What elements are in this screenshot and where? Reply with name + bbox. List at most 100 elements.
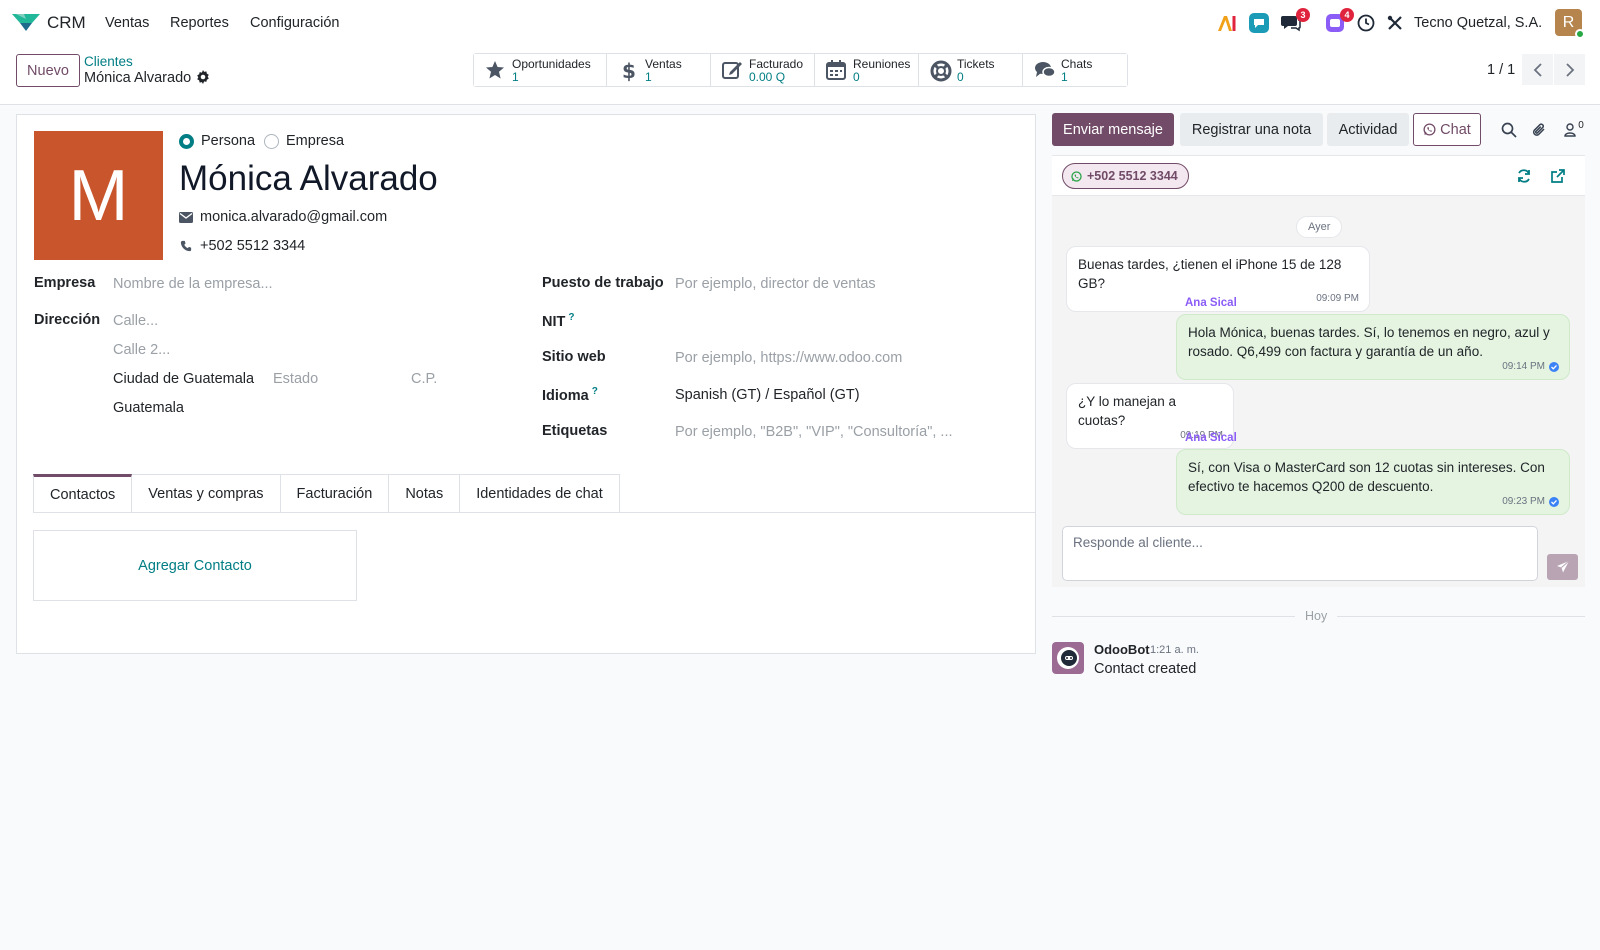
star-icon bbox=[486, 61, 504, 79]
stat-reuniones[interactable]: Reuniones 0 bbox=[815, 54, 919, 86]
stat-value: 0 bbox=[853, 70, 860, 84]
user-icon bbox=[1564, 123, 1576, 137]
online-status-dot bbox=[1575, 29, 1585, 39]
stat-label: Chats bbox=[1061, 57, 1093, 71]
whatsapp-icon bbox=[1423, 123, 1436, 136]
tab-contactos[interactable]: Contactos bbox=[33, 474, 133, 513]
read-check-icon bbox=[1549, 496, 1559, 507]
new-button[interactable]: Nuevo bbox=[16, 54, 80, 87]
email-line[interactable]: monica.alvarado@gmail.com bbox=[179, 209, 387, 225]
stat-oportunidades[interactable]: Oportunidades 1 bbox=[474, 54, 607, 86]
radio-unchecked bbox=[264, 133, 279, 149]
stat-chats[interactable]: Chats 1 bbox=[1023, 54, 1127, 86]
form-sheet: M Persona Empresa Mónica Alvarado monica… bbox=[16, 114, 1036, 654]
nit-input[interactable] bbox=[675, 312, 975, 332]
chevron-left-icon bbox=[1533, 62, 1542, 77]
whatsapp-panel: +502 5512 3344 Ayer Buenas tardes, ¿tien… bbox=[1052, 155, 1585, 587]
country-select[interactable]: Guatemala bbox=[113, 400, 184, 416]
message-sender: Ana Sical bbox=[1185, 297, 1237, 309]
send-message-button[interactable]: Enviar mensaje bbox=[1052, 113, 1174, 146]
tab-ventas-compras[interactable]: Ventas y compras bbox=[132, 474, 281, 513]
search-icon[interactable] bbox=[1500, 121, 1518, 139]
partner-name-field[interactable]: Mónica Alvarado bbox=[179, 159, 438, 199]
tools-icon[interactable] bbox=[1383, 11, 1407, 35]
language-label: Idioma? bbox=[542, 386, 598, 404]
menu-ventas[interactable]: Ventas bbox=[105, 15, 149, 31]
reply-textarea[interactable]: Responde al cliente... bbox=[1062, 526, 1538, 581]
menu-reportes[interactable]: Reportes bbox=[170, 15, 229, 31]
crm-logo-icon[interactable] bbox=[12, 11, 40, 33]
pager-next-button[interactable] bbox=[1554, 54, 1585, 85]
ai-icon[interactable] bbox=[1215, 11, 1239, 35]
discuss-icon[interactable]: 3 bbox=[1279, 8, 1310, 35]
discuss-badge: 3 bbox=[1296, 8, 1310, 22]
odoobot-avatar[interactable] bbox=[1052, 642, 1084, 674]
user-avatar[interactable]: R bbox=[1555, 9, 1585, 39]
gear-icon[interactable] bbox=[196, 70, 210, 84]
message-text: Sí, con Visa o MasterCard son 12 cuotas … bbox=[1188, 460, 1545, 494]
user-initial: R bbox=[1562, 13, 1575, 31]
company-input[interactable]: Nombre de la empresa... bbox=[113, 276, 403, 292]
read-check-icon bbox=[1549, 361, 1559, 372]
chat-button[interactable]: Chat bbox=[1413, 113, 1481, 146]
chats-icon bbox=[1035, 62, 1056, 78]
breadcrumb-parent[interactable]: Clientes bbox=[84, 54, 133, 69]
language-select[interactable]: Spanish (GT) / Español (GT) bbox=[675, 387, 860, 403]
whatsapp-header: +502 5512 3344 bbox=[1052, 156, 1585, 196]
stat-value: 1 bbox=[1061, 70, 1068, 84]
activity-icon[interactable]: 4 bbox=[1323, 8, 1354, 35]
external-link-icon[interactable] bbox=[1550, 168, 1566, 184]
state-select[interactable]: Estado bbox=[273, 371, 318, 387]
job-input[interactable]: Por ejemplo, director de ventas bbox=[675, 276, 876, 292]
website-input[interactable]: Por ejemplo, https://www.odoo.com bbox=[675, 350, 902, 366]
message-sender: Ana Sical bbox=[1185, 432, 1237, 444]
message-outgoing: Hola Mónica, buenas tardes. Sí, lo tenem… bbox=[1176, 314, 1570, 380]
refresh-icon[interactable] bbox=[1516, 168, 1532, 184]
help-icon[interactable]: ? bbox=[592, 386, 598, 397]
type-company-radio[interactable]: Empresa bbox=[264, 133, 344, 149]
paperclip-icon[interactable] bbox=[1530, 121, 1548, 139]
divider-left bbox=[1052, 616, 1295, 617]
menu-configuracion[interactable]: Configuración bbox=[250, 15, 339, 31]
livechat-icon[interactable] bbox=[1247, 11, 1271, 35]
tags-label: Etiquetas bbox=[542, 423, 608, 439]
tags-input[interactable]: Por ejemplo, "B2B", "VIP", "Consultoría"… bbox=[675, 424, 953, 440]
send-reply-button[interactable] bbox=[1547, 554, 1578, 580]
pager-value[interactable]: 1 / 1 bbox=[1487, 62, 1515, 78]
activity-button[interactable]: Actividad bbox=[1327, 113, 1409, 146]
add-contact-button[interactable]: Agregar Contacto bbox=[33, 530, 357, 601]
stat-tickets[interactable]: Tickets 0 bbox=[919, 54, 1023, 86]
stat-label: Ventas bbox=[645, 57, 682, 71]
company-label: Empresa bbox=[34, 275, 96, 291]
phone-line[interactable]: +502 5512 3344 bbox=[179, 238, 305, 254]
type-person-radio[interactable]: Persona bbox=[179, 133, 255, 149]
whatsapp-phone-pill[interactable]: +502 5512 3344 bbox=[1062, 163, 1189, 189]
whatsapp-phone: +502 5512 3344 bbox=[1087, 169, 1178, 183]
clock-icon[interactable] bbox=[1354, 11, 1378, 35]
followers-count: 0 bbox=[1578, 120, 1584, 131]
tab-facturacion[interactable]: Facturación bbox=[280, 474, 390, 513]
log-note-button[interactable]: Registrar una nota bbox=[1180, 113, 1323, 146]
log-time: 1:21 a. m. bbox=[1150, 644, 1199, 656]
zip-input[interactable]: C.P. bbox=[411, 371, 437, 387]
smart-buttons: Oportunidades 1 $ Ventas 1 Facturado 0.0… bbox=[473, 53, 1128, 87]
street2-input[interactable]: Calle 2... bbox=[113, 342, 170, 358]
stat-ventas[interactable]: $ Ventas 1 bbox=[607, 54, 711, 86]
tab-notas[interactable]: Notas bbox=[389, 474, 461, 513]
tab-identidades-chat[interactable]: Identidades de chat bbox=[460, 474, 620, 513]
help-icon[interactable]: ? bbox=[568, 312, 574, 323]
street-input[interactable]: Calle... bbox=[113, 313, 158, 329]
followers-button[interactable]: 0 bbox=[1561, 120, 1587, 139]
tab-divider bbox=[33, 512, 1035, 513]
pager-previous-button[interactable] bbox=[1522, 54, 1553, 85]
email-value: monica.alvarado@gmail.com bbox=[200, 209, 388, 225]
today-separator: Hoy bbox=[1305, 609, 1328, 623]
app-name[interactable]: CRM bbox=[47, 13, 86, 33]
radio-checked bbox=[179, 133, 194, 149]
stat-label: Facturado bbox=[749, 57, 804, 71]
company-switcher[interactable]: Tecno Quetzal, S.A. bbox=[1414, 15, 1542, 31]
log-author[interactable]: OdooBot bbox=[1094, 642, 1150, 657]
partner-avatar[interactable]: M bbox=[34, 131, 163, 260]
stat-facturado[interactable]: Facturado 0.00 Q bbox=[711, 54, 815, 86]
city-input[interactable]: Ciudad de Guatemala bbox=[113, 371, 254, 387]
